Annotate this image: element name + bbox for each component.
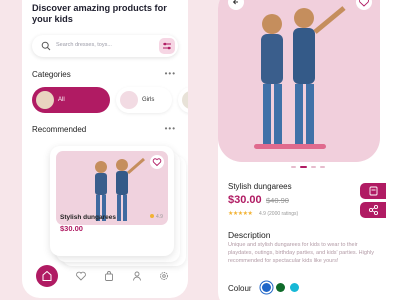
colour-label: Colour xyxy=(228,284,252,293)
product-card[interactable]: Stylish dungarees $30.00 4.9 xyxy=(50,146,174,256)
search-input[interactable]: Search dresses, toys... xyxy=(56,42,112,48)
search-bar[interactable]: Search dresses, toys... xyxy=(32,35,178,57)
skateboard xyxy=(254,144,326,149)
kid-figure xyxy=(293,6,346,146)
heart-icon xyxy=(359,0,369,7)
share-button[interactable] xyxy=(360,202,386,218)
colour-swatch-blue[interactable] xyxy=(262,283,271,292)
colour-swatch-cyan[interactable] xyxy=(290,283,299,292)
carousel-dot[interactable] xyxy=(291,166,296,168)
favorite-button[interactable] xyxy=(356,0,372,10)
product-detail-screen: Stylish dungarees $30.00 $40.90 ★★★★★ 4.… xyxy=(218,0,400,300)
rating-stars: ★★★★★ xyxy=(228,211,253,217)
product-name: Stylish dungarees xyxy=(60,214,116,221)
category-avatar xyxy=(182,91,188,109)
product-price: $30.00 xyxy=(228,194,262,206)
category-avatar xyxy=(36,91,54,109)
heart-icon[interactable] xyxy=(75,270,87,282)
arrow-left-icon xyxy=(232,0,238,5)
recommended-title: Recommended xyxy=(32,125,87,134)
cart-icon xyxy=(369,186,378,196)
category-chip-girls[interactable]: Girls xyxy=(116,87,172,113)
settings-icon[interactable] xyxy=(158,270,170,282)
recommended-more-button[interactable]: ••• xyxy=(165,124,176,133)
category-chip-boys[interactable]: Bo xyxy=(178,87,188,113)
search-icon xyxy=(41,41,51,51)
carousel-dot-active[interactable] xyxy=(300,166,307,168)
product-name: Stylish dungarees xyxy=(228,182,292,191)
category-chip-all[interactable]: All xyxy=(32,87,110,113)
categories-more-button[interactable]: ••• xyxy=(165,69,176,78)
bottom-nav xyxy=(22,258,188,298)
description-title: Description xyxy=(228,230,271,240)
product-price: $30.00 xyxy=(60,224,83,233)
rating-text: 4.9 (2000 ratings) xyxy=(259,211,299,217)
back-button[interactable] xyxy=(228,0,244,10)
filter-icon xyxy=(163,42,171,50)
home-icon xyxy=(42,270,52,281)
kid-figure xyxy=(261,14,283,146)
add-to-cart-button[interactable] xyxy=(360,183,386,199)
product-old-price: $40.90 xyxy=(266,196,289,205)
categories-title: Categories xyxy=(32,70,71,79)
page-headline: Discover amazing products for your kids xyxy=(32,3,167,24)
category-avatar xyxy=(120,91,138,109)
star-icon xyxy=(150,214,154,218)
category-label: All xyxy=(58,97,65,103)
bag-icon[interactable] xyxy=(103,270,115,282)
filter-button[interactable] xyxy=(159,38,175,54)
heart-icon xyxy=(152,158,162,167)
product-rating: 4.9 xyxy=(150,214,163,220)
share-icon xyxy=(368,204,379,216)
nav-home-button[interactable] xyxy=(36,265,58,287)
category-label: Girls xyxy=(142,97,155,103)
kid-figure xyxy=(95,161,107,221)
product-hero-image xyxy=(218,0,380,162)
favorite-button[interactable] xyxy=(150,155,164,169)
home-screen: Discover amazing products for your kids … xyxy=(22,0,188,298)
description-text: Unique and stylish dungarees for kids to… xyxy=(228,242,374,264)
carousel-indicator xyxy=(291,166,325,168)
user-icon[interactable] xyxy=(131,270,143,282)
kid-figure xyxy=(116,157,145,221)
colour-swatch-green[interactable] xyxy=(276,283,285,292)
carousel-dot[interactable] xyxy=(320,166,325,168)
carousel-dot[interactable] xyxy=(311,166,316,168)
